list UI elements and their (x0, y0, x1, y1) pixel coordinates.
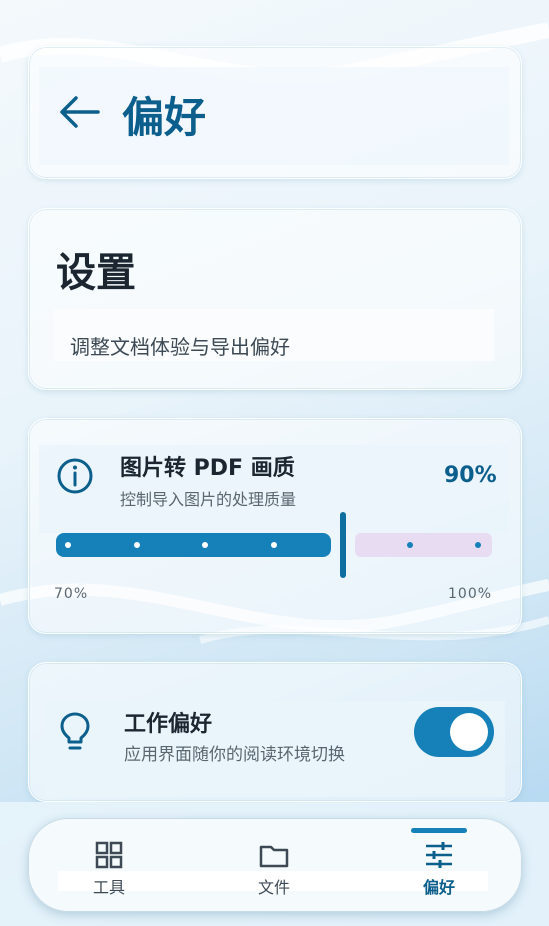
image-quality-value: 90% (444, 463, 497, 488)
slider-min-label: 70% (54, 586, 89, 602)
page-title: 偏好 (122, 93, 207, 142)
folder-icon (259, 845, 289, 868)
slider-tick-3 (271, 542, 277, 548)
slider-thumb[interactable] (340, 512, 346, 578)
slider-tick-5 (475, 542, 481, 548)
slider-tick-0 (65, 542, 71, 548)
toggle-knob (450, 713, 488, 751)
settings-card (28, 208, 522, 390)
slider-tick-2 (202, 542, 208, 548)
nav-item-tools[interactable]: 工具 (69, 840, 149, 904)
nav-item-files[interactable]: 文件 (234, 840, 314, 904)
sliders-icon (426, 842, 452, 868)
header-card (28, 46, 522, 179)
arrow-left-icon[interactable] (58, 92, 102, 132)
slider-tick-4 (407, 542, 413, 548)
nav-label-files: 文件 (257, 878, 290, 897)
image-quality-subtitle: 控制导入图片的处理质量 (120, 490, 297, 509)
slider-tick-1 (134, 542, 140, 548)
nav-label-tools: 工具 (92, 878, 125, 897)
header-card-inner (39, 67, 509, 165)
work-preference-subtitle: 应用界面随你的阅读环境切换 (124, 745, 345, 765)
image-quality-slider[interactable] (56, 510, 492, 580)
slider-track-active (56, 533, 331, 557)
settings-subtitle-box: 调整文档体验与导出偏好 (54, 309, 494, 361)
info-icon (57, 458, 93, 494)
image-quality-title: 图片转 PDF 画质 (120, 456, 295, 481)
nav-active-indicator (411, 828, 467, 833)
theme-toggle[interactable] (414, 707, 494, 757)
lightbulb-icon (60, 712, 90, 750)
grid-icon (95, 841, 123, 869)
settings-title: 设置 (56, 250, 136, 296)
slider-track-inactive (355, 533, 492, 557)
nav-label-preferences: 偏好 (422, 878, 455, 897)
work-preference-title: 工作偏好 (124, 712, 213, 737)
settings-subtitle: 调整文档体验与导出偏好 (70, 335, 290, 359)
nav-item-preferences[interactable]: 偏好 (399, 840, 479, 904)
slider-max-label: 100% (448, 586, 493, 602)
